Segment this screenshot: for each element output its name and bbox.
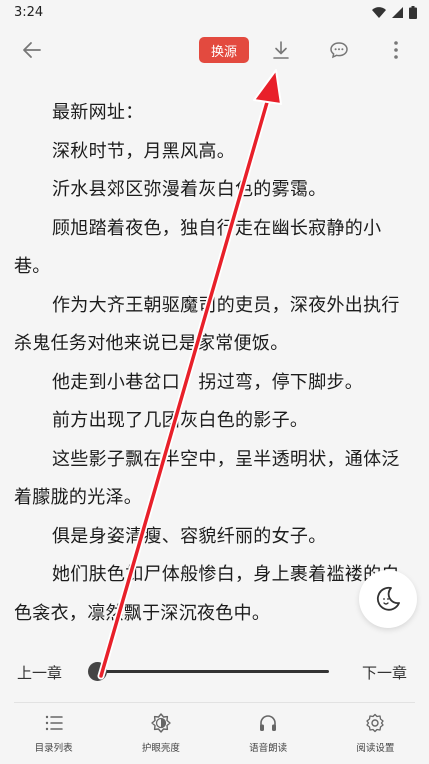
status-time: 3:24 bbox=[14, 4, 44, 20]
paragraph: 沂水县郊区弥漫着灰白色的雾霭。 bbox=[52, 179, 327, 200]
bottom-nav: 目录列表 护眼亮度 语音朗读 阅读设置 bbox=[0, 703, 429, 764]
paragraph: 顾旭踏着夜色，独自行走在幽长寂静的小巷。 bbox=[14, 217, 382, 278]
paragraph: 深秋时节，月黑风高。 bbox=[52, 140, 235, 162]
status-icons bbox=[372, 5, 417, 19]
signal-icon bbox=[392, 6, 403, 18]
change-source-button[interactable]: 换源 bbox=[199, 37, 249, 63]
next-chapter-button[interactable]: 下一章 bbox=[362, 662, 407, 683]
nav-item-catalog[interactable]: 目录列表 bbox=[0, 703, 107, 764]
nav-label: 护眼亮度 bbox=[141, 743, 180, 754]
comment-icon bbox=[330, 42, 348, 59]
paragraph: 俱是身姿清瘦、容貌纤丽的女子。 bbox=[52, 525, 327, 547]
paragraph: 她们肤色如尸体般惨白，身上裹着褴褛的白色衾衣，凛然飘于深沉夜色中。 bbox=[14, 564, 400, 624]
progress-track[interactable] bbox=[97, 670, 329, 673]
paragraph: 作为大齐王朝驱魔司的吏员，深夜外出执行杀鬼任务对他来说已是家常便饭。 bbox=[14, 294, 400, 355]
download-button[interactable] bbox=[261, 30, 301, 70]
more-button[interactable] bbox=[376, 30, 416, 70]
night-mode-button[interactable] bbox=[359, 570, 417, 628]
paragraph: 最新网址： bbox=[52, 102, 144, 123]
headphones-icon bbox=[260, 715, 277, 731]
nav-label: 语音朗读 bbox=[249, 743, 288, 754]
paragraph: 前方出现了几团灰白色的影子。 bbox=[52, 410, 309, 431]
wifi-icon bbox=[372, 6, 386, 18]
arrow-left-icon bbox=[23, 42, 41, 58]
prev-chapter-button[interactable]: 上一章 bbox=[17, 662, 62, 683]
download-icon bbox=[273, 41, 289, 59]
nav-label: 阅读设置 bbox=[356, 743, 395, 754]
paragraph: 他走到小巷岔口，拐过弯，停下脚步。 bbox=[52, 371, 364, 393]
comment-button[interactable] bbox=[319, 30, 359, 70]
more-vertical-icon bbox=[394, 41, 398, 59]
progress-thumb[interactable] bbox=[88, 662, 107, 681]
battery-icon bbox=[409, 5, 417, 19]
back-button[interactable] bbox=[12, 30, 52, 70]
nav-item-voice-read[interactable]: 语音朗读 bbox=[215, 703, 322, 764]
settings-gear-icon bbox=[366, 713, 385, 733]
nav-item-brightness[interactable]: 护眼亮度 bbox=[107, 703, 214, 764]
nav-label: 目录列表 bbox=[34, 743, 73, 754]
top-toolbar: 换源 bbox=[0, 24, 429, 76]
chapter-progress-bar: 上一章 下一章 bbox=[0, 640, 429, 702]
brightness-icon bbox=[151, 713, 171, 733]
status-bar: 3:24 bbox=[0, 0, 429, 24]
list-icon bbox=[45, 715, 63, 731]
paragraph: 这些影子飘在半空中，呈半透明状，通体泛着朦胧的光泽。 bbox=[14, 448, 400, 509]
reading-content[interactable]: 最新网址： 深秋时节，月黑风高。 沂水县郊区弥漫着灰白色的雾霭。 顾旭踏着夜色，… bbox=[0, 76, 429, 640]
nav-item-reading-settings[interactable]: 阅读设置 bbox=[322, 703, 429, 764]
moon-icon bbox=[376, 586, 400, 611]
